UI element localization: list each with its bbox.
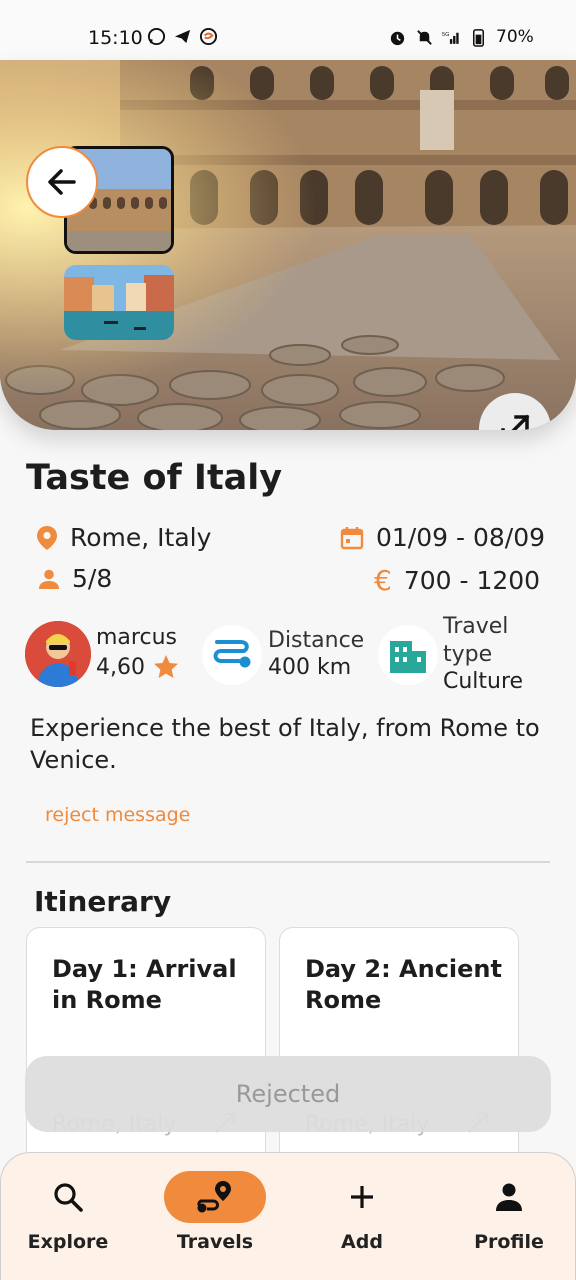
svg-text:5G: 5G bbox=[442, 31, 449, 37]
reject-message-link[interactable]: reject message bbox=[45, 804, 190, 826]
owner-name[interactable]: marcus bbox=[96, 625, 177, 650]
whatsapp-icon bbox=[147, 27, 166, 46]
signal-icon: 5G bbox=[442, 31, 459, 44]
trip-price-text: 700 - 1200 bbox=[403, 566, 541, 595]
nav-active-indicator bbox=[164, 1171, 266, 1223]
battery-percent: 70% bbox=[496, 27, 534, 47]
trip-price: € 700 - 1200 bbox=[374, 564, 540, 597]
nav-add-icon-container bbox=[311, 1171, 413, 1223]
nav-label: Add bbox=[341, 1231, 383, 1253]
route-icon bbox=[213, 640, 251, 668]
alarm-icon bbox=[390, 31, 405, 45]
plus-icon bbox=[351, 1186, 373, 1208]
itinerary-day-title: Day 2: Ancient Rome bbox=[305, 955, 502, 1014]
divider bbox=[26, 861, 550, 863]
nav-item-add[interactable]: Add bbox=[311, 1171, 421, 1267]
itinerary-title: Itinerary bbox=[34, 885, 172, 918]
nav-item-travels[interactable]: Travels bbox=[164, 1171, 274, 1267]
app-notification-icon bbox=[199, 27, 218, 46]
travel-type-label-line1: Travel bbox=[443, 614, 509, 639]
trip-dates: 01/09 - 08/09 bbox=[340, 523, 545, 552]
nav-label: Travels bbox=[176, 1231, 254, 1253]
telegram-icon bbox=[174, 29, 191, 44]
status-time: 15:10 bbox=[88, 27, 143, 49]
trip-location: Rome, Italy bbox=[36, 523, 211, 552]
euro-icon: € bbox=[374, 564, 392, 597]
owner-rating-value: 4,60 bbox=[96, 654, 145, 680]
itinerary-day-title: Day 1: Arrival in Rome bbox=[52, 955, 237, 1014]
battery-icon bbox=[472, 28, 485, 47]
arrow-left-icon bbox=[48, 169, 76, 195]
calendar-icon bbox=[340, 526, 364, 549]
status-notification-icons bbox=[147, 27, 218, 46]
travel-type-value: Culture bbox=[443, 669, 524, 694]
distance-value: 400 km bbox=[268, 655, 352, 680]
status-system-icons: 5G 70% bbox=[388, 27, 534, 47]
trip-participants-text: 5/8 bbox=[72, 564, 113, 593]
route-icon bbox=[197, 1181, 231, 1213]
status-bar: 15:10 5G 70% bbox=[0, 0, 576, 60]
trip-description: Experience the best of Italy, from Rome … bbox=[30, 714, 540, 774]
nav-item-explore[interactable]: Explore bbox=[17, 1171, 127, 1267]
trip-location-text: Rome, Italy bbox=[70, 523, 212, 552]
star-icon bbox=[153, 655, 178, 678]
distance-icon-badge bbox=[202, 625, 262, 685]
rejected-status-button: Rejected bbox=[25, 1056, 551, 1132]
search-icon bbox=[54, 1183, 83, 1212]
avatar[interactable] bbox=[25, 621, 91, 687]
mute-icon bbox=[417, 29, 432, 45]
trip-dates-text: 01/09 - 08/09 bbox=[376, 523, 546, 552]
nav-profile-icon-container bbox=[458, 1171, 560, 1223]
expand-icon bbox=[501, 414, 530, 430]
nav-label: Explore bbox=[27, 1231, 109, 1253]
person-icon bbox=[39, 569, 59, 589]
bottom-navigation: Explore Travels Add Profile bbox=[0, 1152, 576, 1280]
distance-label: Distance bbox=[268, 628, 365, 653]
gallery-thumbnail-venice[interactable] bbox=[64, 265, 174, 340]
building-icon bbox=[390, 641, 426, 673]
person-icon bbox=[496, 1183, 522, 1211]
nav-explore-icon-container bbox=[17, 1171, 119, 1223]
owner-rating: 4,60 bbox=[96, 654, 179, 680]
travel-type-icon-badge bbox=[378, 625, 438, 685]
location-pin-icon bbox=[37, 525, 57, 550]
nav-label: Profile bbox=[474, 1231, 544, 1253]
hero-image[interactable] bbox=[0, 60, 576, 430]
travel-type-label-line2: type bbox=[443, 642, 493, 667]
trip-participants: 5/8 bbox=[38, 564, 112, 593]
trip-title: Taste of Italy bbox=[26, 458, 283, 498]
nav-item-profile[interactable]: Profile bbox=[458, 1171, 568, 1267]
back-button[interactable] bbox=[26, 146, 98, 218]
